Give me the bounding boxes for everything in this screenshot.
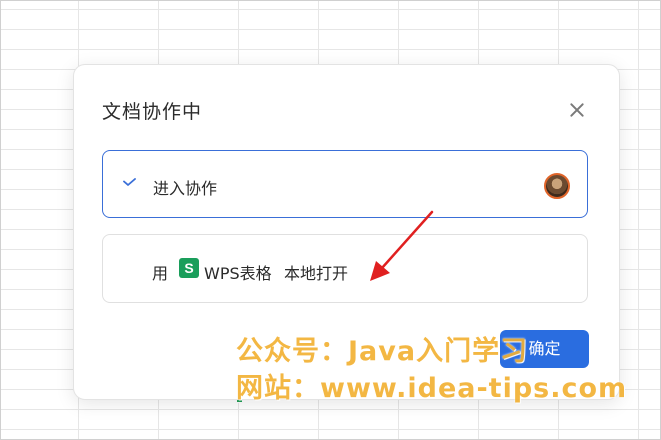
open-with-prefix: 用	[152, 264, 169, 283]
watermark-website: 网站：www.idea-tips.com	[236, 373, 628, 404]
open-locally-option[interactable]: 用 S WPS表格 本地打开	[102, 234, 588, 303]
dialog-title: 文档协作中	[102, 101, 203, 123]
check-icon	[123, 178, 136, 186]
wps-spreadsheet-icon: S	[179, 258, 199, 278]
enter-collaboration-label: 进入协作	[153, 179, 218, 198]
enter-collaboration-option[interactable]: 进入协作	[102, 150, 588, 218]
wps-app-name: WPS表格	[204, 264, 272, 283]
open-locally-suffix: 本地打开	[284, 264, 349, 283]
user-avatar	[544, 173, 570, 199]
close-icon[interactable]	[568, 101, 586, 119]
watermark-wechat: 公众号：Java入门学习	[236, 336, 529, 367]
